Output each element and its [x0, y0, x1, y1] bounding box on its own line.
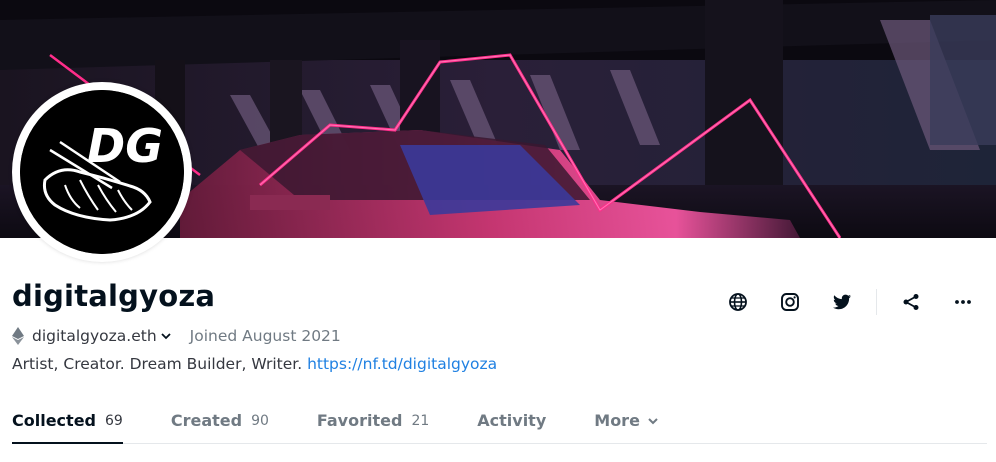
- tab-label: Created: [170, 411, 243, 430]
- tab-label: Activity: [477, 411, 547, 430]
- tab-label: Favorited: [316, 411, 403, 430]
- wallet-address-dropdown[interactable]: digitalgyoza.eth: [32, 327, 172, 345]
- instagram-button[interactable]: [772, 288, 808, 316]
- chevron-down-icon: [648, 417, 658, 424]
- tab-favorited[interactable]: Favorited 21: [317, 398, 429, 443]
- profile-bio: Artist, Creator. Dream Builder, Writer. …: [12, 355, 497, 373]
- tab-label: Collected: [12, 411, 96, 430]
- twitter-button[interactable]: [824, 288, 860, 316]
- wallet-address: digitalgyoza.eth: [32, 327, 157, 345]
- tab-activity[interactable]: Activity: [477, 398, 546, 443]
- profile-tabs: Collected 69 Created 90 Favorited 21 Act…: [12, 398, 987, 444]
- tab-created[interactable]: Created 90: [171, 398, 269, 443]
- chevron-down-icon: [161, 333, 171, 340]
- tab-count: 21: [411, 412, 430, 429]
- dumpling-logo-icon: DG: [20, 90, 184, 254]
- ethereum-icon: [12, 327, 24, 345]
- website-button[interactable]: [720, 288, 756, 316]
- tab-more[interactable]: More: [594, 398, 660, 443]
- tab-count: 90: [251, 412, 269, 429]
- tab-count: 69: [105, 412, 123, 429]
- share-icon: [903, 294, 919, 310]
- globe-icon: [729, 293, 747, 311]
- profile-meta: digitalgyoza.eth Joined August 2021: [12, 325, 341, 347]
- share-button[interactable]: [893, 288, 929, 316]
- more-options-button[interactable]: [945, 288, 981, 316]
- more-icon: [955, 300, 971, 304]
- actions-divider: [876, 289, 877, 315]
- joined-date: Joined August 2021: [189, 327, 341, 345]
- profile-avatar[interactable]: DG: [12, 82, 192, 262]
- twitter-icon: [833, 294, 851, 310]
- profile-actions: [720, 288, 981, 316]
- bio-text: Artist, Creator. Dream Builder, Writer.: [12, 355, 303, 373]
- tab-collected[interactable]: Collected 69: [12, 398, 123, 444]
- tab-label: More: [594, 411, 640, 430]
- avatar-monogram: DG: [87, 119, 163, 173]
- instagram-icon: [781, 293, 799, 311]
- avatar-image: DG: [20, 90, 184, 254]
- profile-username: digitalgyoza: [12, 279, 216, 313]
- bio-link[interactable]: https://nf.td/digitalgyoza: [307, 355, 497, 373]
